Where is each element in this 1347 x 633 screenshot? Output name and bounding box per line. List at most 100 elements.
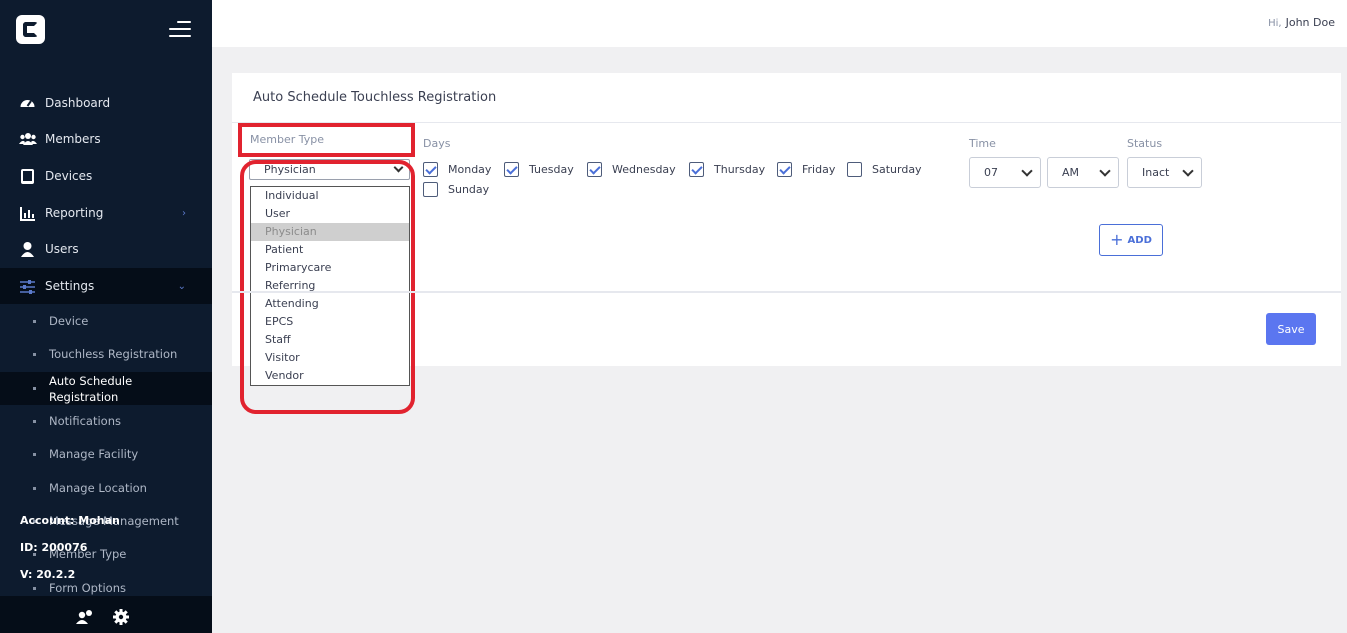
checkbox-checked[interactable] — [689, 162, 704, 177]
day-thursday[interactable]: Thursday — [689, 162, 765, 177]
subnav-touchless-registration[interactable]: Touchless Registration — [0, 345, 212, 363]
app-logo[interactable] — [16, 15, 45, 44]
checkbox-unchecked[interactable] — [847, 162, 862, 177]
nav-users[interactable]: Users — [0, 231, 212, 267]
dropdown-option[interactable]: Vendor — [251, 367, 409, 385]
checkbox-checked[interactable] — [504, 162, 519, 177]
member-type-value: Physician — [264, 163, 316, 176]
members-icon — [19, 131, 37, 148]
add-label: ADD — [1127, 234, 1152, 246]
checkbox-unchecked[interactable] — [423, 182, 438, 197]
ampm-value: AM — [1062, 166, 1080, 179]
sliders-icon — [19, 278, 36, 295]
dropdown-option[interactable]: User — [251, 205, 409, 223]
status-select[interactable]: Inact — [1127, 157, 1202, 188]
save-button[interactable]: Save — [1266, 313, 1316, 345]
subnav-label: Form Options — [49, 581, 126, 595]
member-type-highlight: Member Type — [238, 123, 415, 157]
dashboard-icon — [19, 95, 36, 112]
day-monday[interactable]: Monday — [423, 162, 491, 177]
day-sunday[interactable]: Sunday — [423, 182, 489, 197]
bullet-icon — [33, 586, 36, 590]
ampm-select[interactable]: AM — [1047, 157, 1119, 188]
bullet-icon — [33, 387, 36, 390]
add-button[interactable]: + ADD — [1099, 224, 1163, 256]
day-wednesday[interactable]: Wednesday — [587, 162, 676, 177]
hour-value: 07 — [984, 166, 998, 179]
subnav-label: Touchless Registration — [49, 347, 178, 361]
chevron-down-icon — [1182, 165, 1194, 177]
nav-label: Users — [45, 242, 79, 256]
dropdown-option-selected[interactable]: Physician — [251, 223, 409, 241]
status-label: Status — [1127, 137, 1163, 150]
nav-members[interactable]: Members — [0, 121, 212, 157]
support-user-icon[interactable] — [76, 610, 93, 627]
subnav-label: Manage Facility — [49, 447, 139, 461]
nav-label: Dashboard — [45, 96, 111, 110]
bullet-icon — [33, 486, 36, 490]
dropdown-option[interactable]: EPCS — [251, 313, 409, 331]
subnav-form-options[interactable]: Form Options — [0, 579, 212, 597]
subnav-manage-facility[interactable]: Manage Facility — [0, 445, 212, 463]
checkbox-checked[interactable] — [777, 162, 792, 177]
status-value: Inact — [1142, 166, 1170, 179]
dropdown-option[interactable]: Attending — [251, 295, 409, 313]
checkbox-checked[interactable] — [587, 162, 602, 177]
device-icon — [19, 168, 36, 185]
member-type-dropdown: Individual User Physician Patient Primar… — [250, 186, 410, 386]
top-bar: Hi, John Doe — [212, 0, 1347, 47]
chevron-down-icon — [393, 162, 404, 173]
account-id: ID: 200076 — [20, 541, 88, 554]
nav-reporting[interactable]: Reporting › — [0, 195, 212, 231]
day-label: Friday — [802, 163, 836, 176]
sidebar: Dashboard Members Devices Reporting › Us… — [0, 0, 212, 633]
account-name: Account: Mohan — [20, 514, 120, 527]
subnav-label: Device — [49, 314, 89, 328]
subnav-device[interactable]: Device — [0, 312, 212, 330]
day-label: Thursday — [714, 163, 766, 176]
subnav-label: Manage Location — [49, 481, 147, 495]
day-label: Tuesday — [529, 163, 574, 176]
app-version: V: 20.2.2 — [20, 568, 76, 581]
nav-dashboard[interactable]: Dashboard — [0, 85, 212, 121]
subnav-auto-schedule-registration[interactable]: Auto Schedule Registration — [0, 372, 212, 405]
member-type-select[interactable]: Physician — [249, 159, 410, 180]
greeting-prefix: Hi, — [1268, 18, 1282, 29]
menu-toggle-icon[interactable] — [168, 20, 191, 38]
day-friday[interactable]: Friday — [777, 162, 835, 177]
dropdown-option[interactable]: Primarycare — [251, 259, 409, 277]
dropdown-option[interactable]: Individual — [251, 187, 409, 205]
user-name: John Doe — [1285, 16, 1335, 29]
subnav-manage-location[interactable]: Manage Location — [0, 479, 212, 497]
checkbox-checked[interactable] — [423, 162, 438, 177]
dropdown-option[interactable]: Visitor — [251, 349, 409, 367]
dropdown-option[interactable]: Staff — [251, 331, 409, 349]
bullet-icon — [33, 352, 36, 356]
nav-label: Settings — [45, 279, 95, 293]
day-label: Monday — [448, 163, 492, 176]
plus-icon: + — [1110, 230, 1124, 249]
day-label: Saturday — [872, 163, 922, 176]
day-label: Wednesday — [612, 163, 676, 176]
nav-settings[interactable]: Settings ⌄ — [0, 268, 212, 304]
chevron-down-icon — [1099, 165, 1111, 177]
days-label: Days — [423, 137, 451, 150]
divider — [232, 291, 1341, 293]
nav-devices[interactable]: Devices — [0, 158, 212, 194]
dropdown-option[interactable]: Patient — [251, 241, 409, 259]
gear-icon[interactable] — [113, 609, 129, 628]
member-type-label: Member Type — [250, 133, 325, 146]
hour-select[interactable]: 07 — [969, 157, 1041, 188]
subnav-notifications[interactable]: Notifications — [0, 412, 212, 430]
auto-schedule-card: Auto Schedule Touchless Registration Mem… — [232, 73, 1341, 414]
day-saturday[interactable]: Saturday — [847, 162, 922, 177]
page-title: Auto Schedule Touchless Registration — [253, 90, 497, 105]
bullet-icon — [33, 319, 36, 323]
chevron-down-icon — [1021, 165, 1033, 177]
chevron-down-icon: ⌄ — [177, 281, 186, 292]
user-greeting[interactable]: Hi, John Doe — [1268, 16, 1335, 29]
nav-label: Members — [45, 132, 101, 146]
time-label: Time — [969, 137, 996, 150]
day-label: Sunday — [448, 183, 490, 196]
day-tuesday[interactable]: Tuesday — [504, 162, 574, 177]
